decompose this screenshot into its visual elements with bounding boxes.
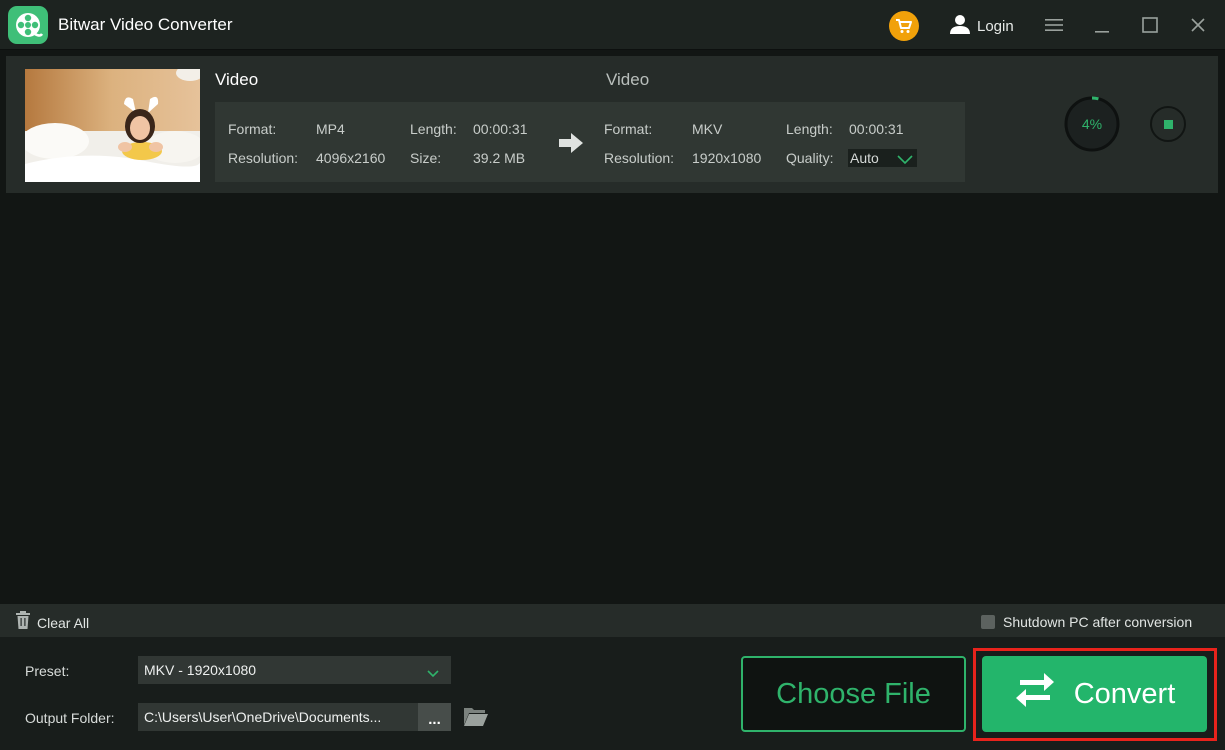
file-info-box: Format: MP4 Length: 00:00:31 Resolution:…	[215, 102, 965, 182]
shutdown-label: Shutdown PC after conversion	[1003, 614, 1193, 630]
clear-all-label: Clear All	[37, 614, 90, 631]
quality-select[interactable]: Auto	[848, 149, 917, 167]
close-icon[interactable]	[1186, 13, 1210, 37]
target-title: Video	[606, 70, 650, 89]
preset-value: MKV - 1920x1080	[144, 662, 257, 678]
output-folder-field[interactable]: C:\Users\User\OneDrive\Documents...	[138, 703, 418, 731]
progress-text: 4%	[1081, 116, 1103, 132]
browse-button[interactable]: ...	[418, 703, 451, 731]
login-label: Login	[977, 17, 1014, 35]
convert-arrows-icon	[1014, 670, 1056, 718]
film-reel-icon	[8, 6, 48, 44]
target-format: MKV	[692, 121, 723, 137]
source-length-label: Length:	[410, 121, 457, 137]
source-length: 00:00:31	[473, 121, 528, 137]
source-title: Video	[215, 70, 259, 89]
folder-open-icon[interactable]	[463, 705, 489, 729]
source-format: MP4	[316, 121, 345, 137]
source-size: 39.2 MB	[473, 150, 526, 166]
app-title: Bitwar Video Converter	[58, 15, 233, 34]
video-thumbnail	[25, 69, 200, 182]
target-length-label: Length:	[786, 121, 833, 137]
chevron-down-icon	[897, 152, 913, 170]
arrow-right-icon	[557, 132, 585, 159]
target-resolution-label: Resolution:	[604, 150, 675, 166]
title-bar: Bitwar Video Converter Login	[0, 0, 1225, 50]
chevron-down-icon	[427, 665, 439, 683]
trash-icon	[15, 611, 31, 634]
shutdown-option: Shutdown PC after conversion	[981, 614, 1192, 630]
clear-all-button[interactable]: Clear All	[15, 611, 89, 634]
bottom-toolbar: Clear All Shutdown PC after conversion	[0, 604, 1225, 637]
quality-label: Quality:	[786, 150, 834, 166]
target-resolution: 1920x1080	[692, 150, 762, 166]
quality-value: Auto	[850, 150, 879, 166]
source-resolution: 4096x2160	[316, 150, 386, 166]
preset-select[interactable]: MKV - 1920x1080	[138, 656, 451, 684]
preset-label: Preset:	[25, 663, 70, 679]
output-settings: Preset: MKV - 1920x1080 Output Folder: C…	[0, 637, 1225, 750]
choose-file-button[interactable]: Choose File	[741, 656, 966, 732]
file-row[interactable]: Video Video Format: MP4 Length: 00:00:31…	[6, 56, 1218, 193]
source-resolution-label: Resolution:	[228, 150, 299, 166]
cart-icon[interactable]	[889, 11, 919, 41]
convert-button[interactable]: Convert	[982, 656, 1207, 732]
convert-label: Convert	[1073, 677, 1176, 710]
target-format-label: Format:	[604, 121, 653, 137]
login-button[interactable]: Login	[949, 12, 1014, 40]
shutdown-checkbox[interactable]	[981, 615, 995, 629]
output-folder-label: Output Folder:	[25, 710, 115, 726]
progress-ring: 4%	[1064, 96, 1120, 152]
user-icon	[949, 13, 971, 40]
stop-icon	[1163, 119, 1173, 129]
source-size-label: Size:	[410, 150, 442, 166]
target-length: 00:00:31	[849, 121, 904, 137]
maximize-icon[interactable]	[1138, 13, 1162, 37]
minimize-icon[interactable]	[1090, 13, 1114, 37]
menu-icon[interactable]	[1042, 13, 1066, 37]
source-format-label: Format:	[228, 121, 277, 137]
stop-button[interactable]	[1150, 106, 1186, 142]
